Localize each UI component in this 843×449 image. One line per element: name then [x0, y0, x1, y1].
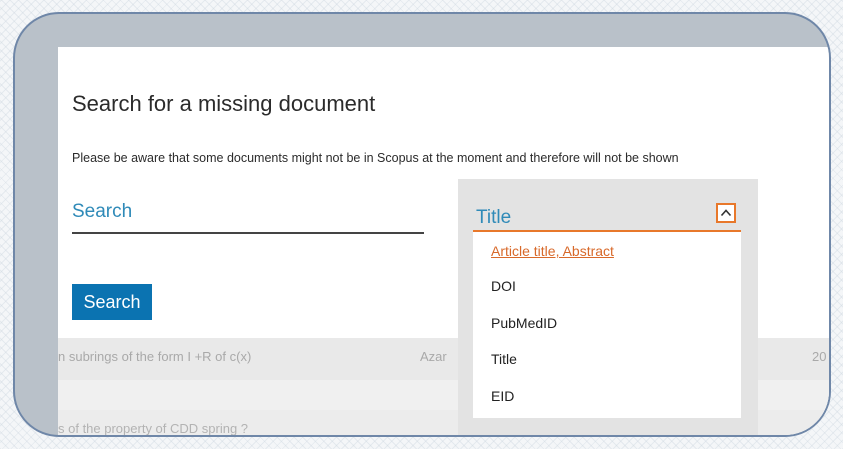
missing-document-panel: Search for a missing document Please be …: [58, 47, 829, 436]
availability-notice: Please be aware that some documents migh…: [72, 151, 679, 165]
option-pubmedid[interactable]: PubMedID: [491, 315, 557, 331]
search-input-underline: [72, 232, 424, 234]
search-field-select[interactable]: Title: [476, 207, 511, 229]
option-doi[interactable]: DOI: [491, 278, 516, 294]
dropdown-options-list: Article title, Abstract DOI PubMedID Tit…: [473, 232, 741, 418]
search-field-dropdown: Title Article title, Abstract DOI PubMed…: [458, 179, 758, 435]
option-article-title-abstract[interactable]: Article title, Abstract: [491, 243, 614, 259]
option-eid[interactable]: EID: [491, 388, 514, 404]
row-title: n subrings of the form I +R of c(x): [58, 349, 252, 364]
option-title[interactable]: Title: [491, 351, 517, 367]
row-title: s of the property of CDD spring ?: [58, 421, 249, 436]
row-year: 20: [812, 349, 827, 364]
chevron-up-icon: [720, 209, 732, 217]
page-title: Search for a missing document: [72, 91, 376, 116]
screenshot-frame: Search for a missing document Please be …: [13, 12, 831, 437]
row-author: Azar: [420, 349, 447, 364]
search-input[interactable]: Search: [72, 201, 132, 223]
dropdown-toggle-button[interactable]: [716, 203, 736, 223]
row-year: 20: [812, 421, 827, 436]
search-button[interactable]: Search: [72, 284, 152, 320]
